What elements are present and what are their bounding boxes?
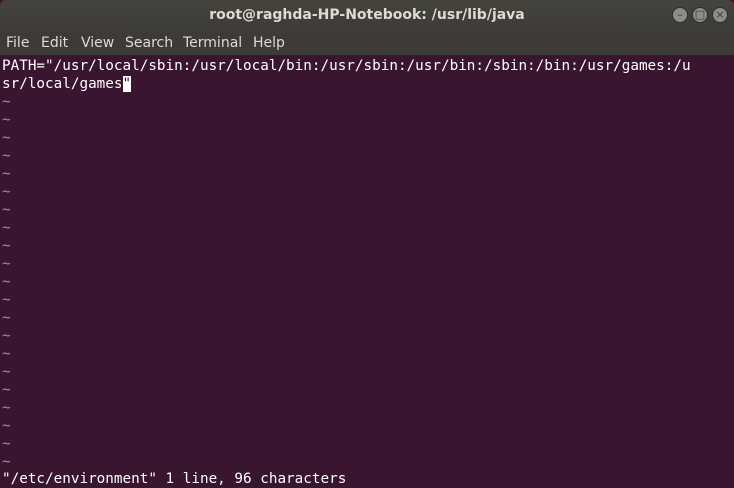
- empty-line-marker: ~: [2, 328, 11, 344]
- empty-line-marker: ~: [2, 202, 11, 218]
- empty-line-marker: ~: [2, 238, 11, 254]
- close-icon[interactable]: ×: [712, 7, 728, 23]
- empty-line-marker: ~: [2, 148, 11, 164]
- menu-view[interactable]: View: [81, 34, 114, 52]
- empty-line-marker: ~: [2, 166, 11, 182]
- menu-edit[interactable]: Edit: [41, 34, 68, 52]
- empty-line-marker: ~: [2, 382, 11, 398]
- empty-line-marker: ~: [2, 364, 11, 380]
- menu-search[interactable]: Search: [125, 34, 173, 52]
- window-title: root@raghda-HP-Notebook: /usr/lib/java: [209, 7, 525, 23]
- empty-line-marker: ~: [2, 130, 11, 146]
- empty-line-marker: ~: [2, 256, 11, 272]
- empty-line-marker: ~: [2, 400, 11, 416]
- empty-line-marker: ~: [2, 274, 11, 290]
- empty-line-marker: ~: [2, 94, 11, 110]
- terminal-window: root@raghda-HP-Notebook: /usr/lib/java –…: [0, 0, 734, 488]
- empty-line-marker: ~: [2, 418, 11, 434]
- menu-help[interactable]: Help: [253, 34, 285, 52]
- text-cursor: ": [122, 76, 132, 92]
- menu-file[interactable]: File: [6, 34, 29, 52]
- status-line: "/etc/environment" 1 line, 96 characters: [2, 471, 347, 487]
- maximize-icon[interactable]: □: [692, 7, 708, 23]
- menu-terminal[interactable]: Terminal: [183, 34, 242, 52]
- title-bar[interactable]: root@raghda-HP-Notebook: /usr/lib/java –…: [0, 0, 734, 30]
- empty-line-marker: ~: [2, 112, 11, 128]
- empty-line-marker: ~: [2, 454, 11, 470]
- empty-line-marker: ~: [2, 184, 11, 200]
- editor-line-2-text: sr/local/games: [2, 76, 123, 92]
- empty-line-marker: ~: [2, 436, 11, 452]
- minimize-icon[interactable]: –: [672, 7, 688, 23]
- editor-line-2: sr/local/games": [2, 75, 132, 93]
- empty-line-marker: ~: [2, 220, 11, 236]
- empty-line-marker: ~: [2, 310, 11, 326]
- empty-line-marker: ~: [2, 346, 11, 362]
- editor-line-1: PATH="/usr/local/sbin:/usr/local/bin:/us…: [2, 58, 691, 74]
- empty-line-marker: ~: [2, 292, 11, 308]
- terminal-area[interactable]: PATH="/usr/local/sbin:/usr/local/bin:/us…: [0, 55, 734, 488]
- menu-bar: File Edit View Search Terminal Help: [0, 30, 734, 55]
